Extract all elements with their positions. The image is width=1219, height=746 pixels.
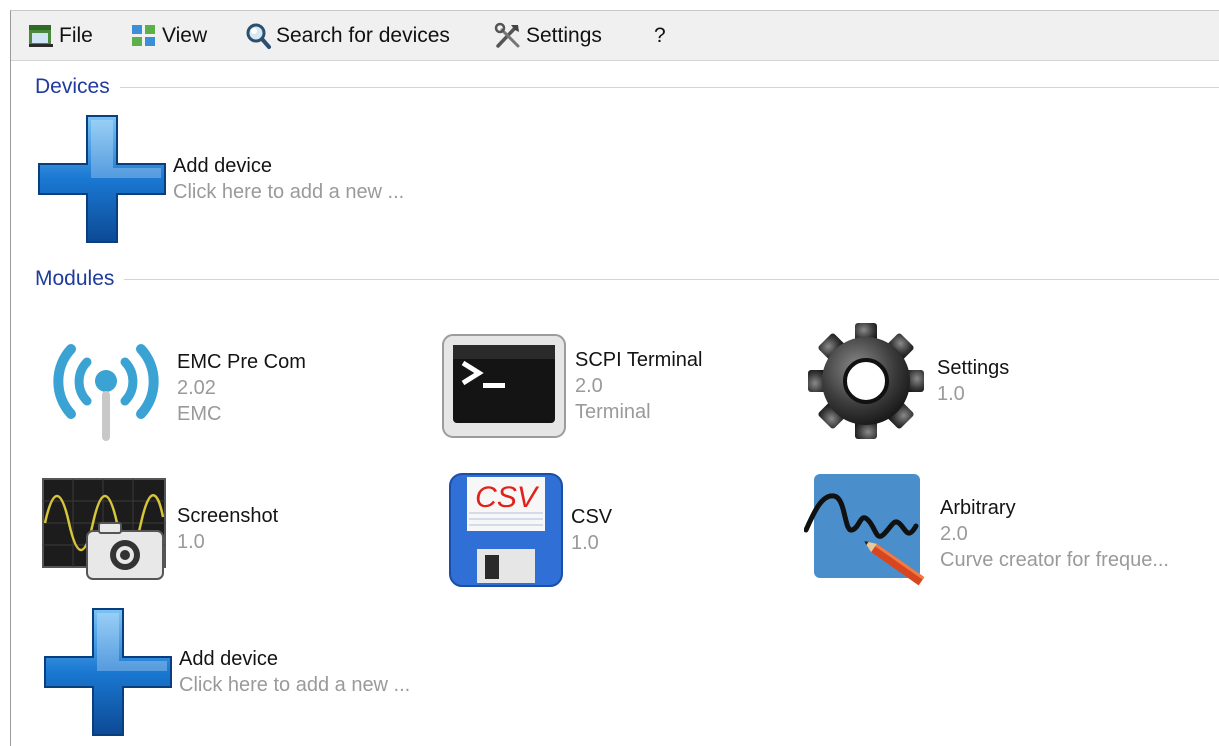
module-category: EMC <box>177 403 222 425</box>
module-name: SCPI Terminal <box>575 349 703 371</box>
module-csv-text: CSV 1.0 <box>571 504 612 556</box>
section-title-devices: Devices <box>35 75 110 98</box>
add-device-text: Add device Click here to add a new ... <box>173 153 404 205</box>
menu-bar: File View Search for devices Settings ? <box>11 11 1219 61</box>
menu-file[interactable]: File <box>27 19 93 53</box>
module-category: Curve creator for freque... <box>940 549 1169 571</box>
module-tile-settings[interactable]: Settings 1.0 <box>801 316 1009 446</box>
module-tile-scpi-terminal[interactable]: SCPI Terminal 2.0 Terminal <box>439 331 702 441</box>
menu-view-label: View <box>162 24 208 47</box>
module-tile-arbitrary[interactable]: Arbitrary 2.0 Curve creator for freque..… <box>804 472 1169 596</box>
csv-floppy-icon: CSV <box>449 473 563 587</box>
module-arbitrary-text: Arbitrary 2.0 Curve creator for freque..… <box>940 495 1169 573</box>
curve-pencil-icon <box>804 474 925 586</box>
add-device-description: Click here to add a new ... <box>179 674 411 696</box>
module-name: Settings <box>937 357 1010 379</box>
magnifier-icon <box>246 23 271 49</box>
module-name: Arbitrary <box>940 497 1016 519</box>
menu-help[interactable]: ? <box>654 19 666 53</box>
module-emc-text: EMC Pre Com 2.02 EMC <box>177 349 306 427</box>
module-version: 1.0 <box>937 383 965 405</box>
menu-settings-label: Settings <box>526 24 602 47</box>
module-tile-emc-pre-com[interactable]: EMC Pre Com 2.02 EMC <box>41 329 306 447</box>
module-settings-text: Settings 1.0 <box>937 355 1009 407</box>
file-icon <box>29 25 53 47</box>
section-header-devices: Devices <box>35 73 1219 101</box>
module-name: Screenshot <box>177 505 279 527</box>
menu-view[interactable]: View <box>130 19 207 53</box>
add-device-title: Add device <box>179 648 278 670</box>
module-version: 1.0 <box>177 531 205 553</box>
menu-help-label: ? <box>654 24 666 47</box>
module-tile-csv[interactable]: CSV CSV 1.0 <box>447 471 612 589</box>
module-category: Terminal <box>575 401 651 423</box>
module-version: 1.0 <box>571 532 599 554</box>
menu-search-label: Search for devices <box>276 24 450 47</box>
terminal-icon <box>442 334 566 438</box>
view-grid-icon <box>132 25 155 46</box>
section-divider <box>124 278 1219 280</box>
module-scpi-text: SCPI Terminal 2.0 Terminal <box>575 347 702 425</box>
module-tile-screenshot[interactable]: Screenshot 1.0 <box>41 477 278 581</box>
module-screenshot-text: Screenshot 1.0 <box>177 503 278 555</box>
section-header-modules: Modules <box>35 265 1219 293</box>
gear-icon <box>808 323 924 439</box>
module-name: EMC Pre Com <box>177 351 306 373</box>
menu-search-devices[interactable]: Search for devices <box>244 19 450 53</box>
add-device-tile[interactable]: Add device Click here to add a new ... <box>37 114 404 244</box>
module-name: CSV <box>571 506 613 528</box>
app-window: File View Search for devices Settings ? … <box>10 10 1219 746</box>
oscilloscope-camera-icon <box>42 478 166 580</box>
plus-icon <box>38 115 166 243</box>
module-version: 2.0 <box>940 523 968 545</box>
wireless-antenna-icon <box>53 344 159 441</box>
tools-icon <box>494 22 520 48</box>
section-title-modules: Modules <box>35 267 115 290</box>
module-version: 2.0 <box>575 375 603 397</box>
add-device-description: Click here to add a new ... <box>173 181 405 203</box>
csv-icon-label: CSV <box>475 481 540 514</box>
module-version: 2.02 <box>177 377 216 399</box>
add-module-text: Add device Click here to add a new ... <box>179 646 410 698</box>
plus-icon <box>44 608 172 736</box>
add-module-tile[interactable]: Add device Click here to add a new ... <box>43 607 410 737</box>
section-divider <box>119 86 1219 88</box>
menu-file-label: File <box>59 24 93 47</box>
menu-settings[interactable]: Settings <box>494 19 602 53</box>
add-device-title: Add device <box>173 155 272 177</box>
